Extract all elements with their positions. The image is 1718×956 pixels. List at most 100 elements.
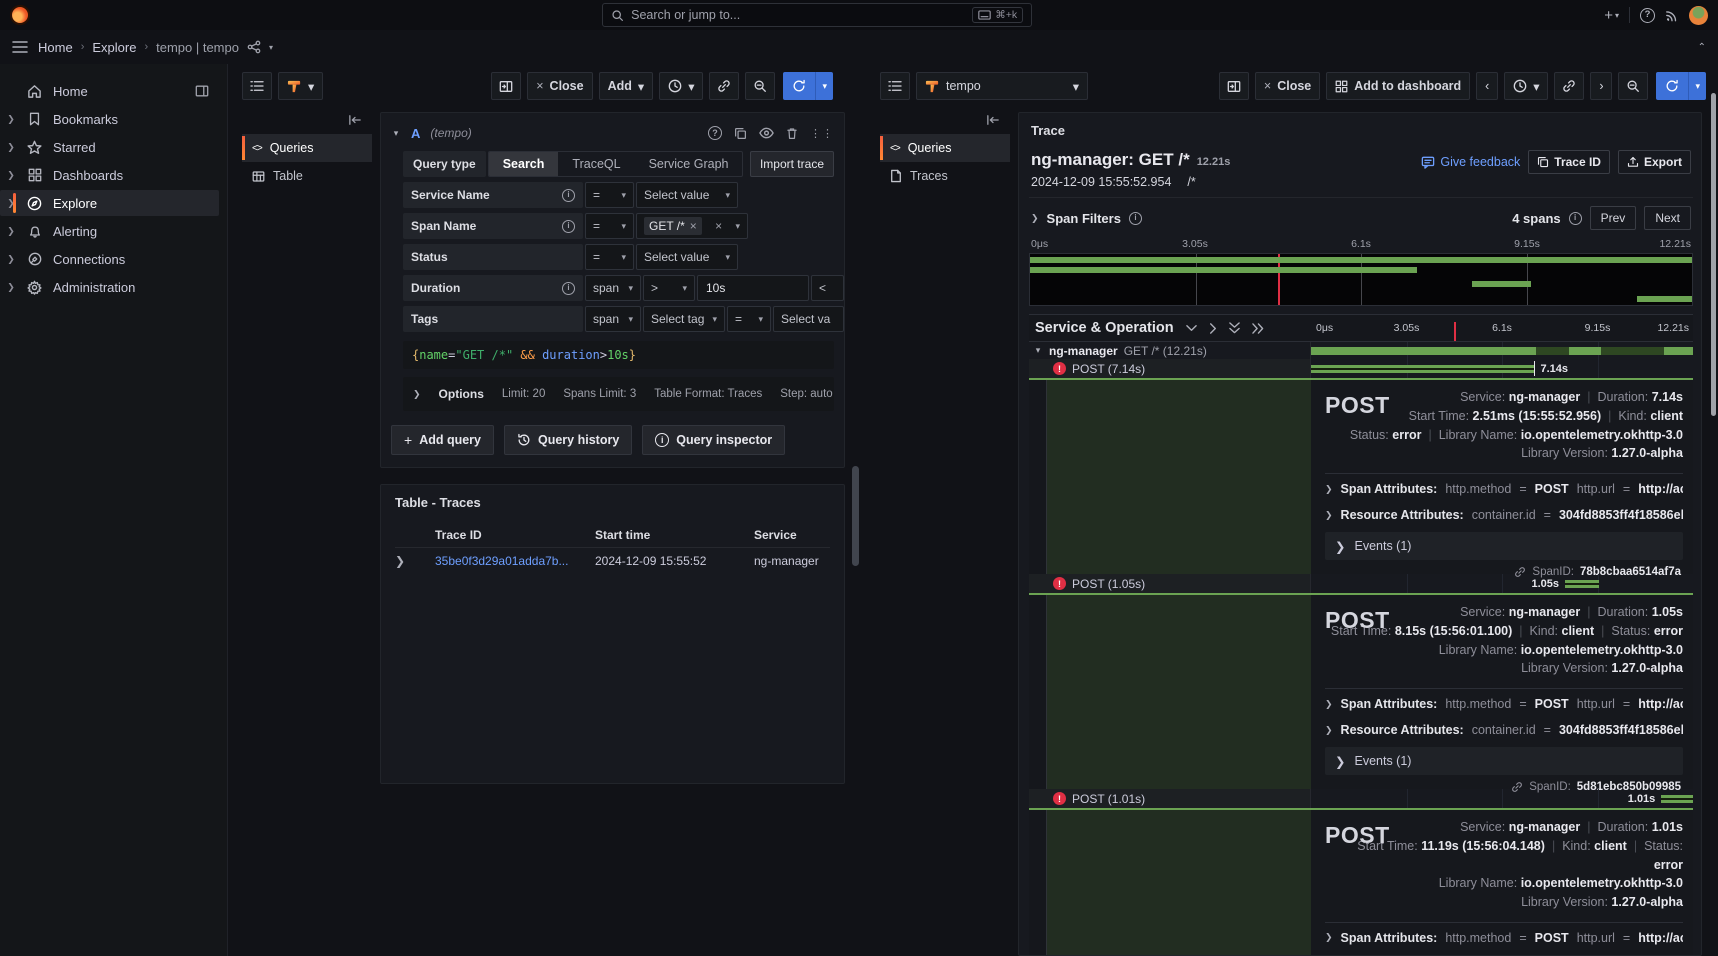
duration-scope-select[interactable]: span▾ bbox=[585, 275, 641, 301]
new-menu-button[interactable]: +▾ bbox=[1604, 7, 1619, 24]
span-attributes-row[interactable]: ❯ Span Attributes: http.method=POST http… bbox=[1325, 925, 1683, 951]
breadcrumb-home[interactable]: Home bbox=[38, 40, 73, 55]
collapse-children-chevron[interactable]: ▾ bbox=[1033, 345, 1043, 356]
span-filters-label[interactable]: Span Filters bbox=[1047, 211, 1121, 226]
run-query-button[interactable]: ▾ bbox=[783, 72, 833, 100]
clear-value-icon[interactable]: × bbox=[715, 219, 722, 233]
time-range-picker[interactable]: ▾ bbox=[1504, 72, 1548, 100]
table-row[interactable]: ❯ 35be0f3d29a01adda7b... 2024-12-09 15:5… bbox=[395, 548, 830, 574]
sidebar-item-starred[interactable]: ❯ Starred bbox=[0, 134, 219, 160]
status-value-select[interactable]: Select value▾ bbox=[636, 244, 738, 270]
span-bar[interactable] bbox=[1661, 795, 1693, 803]
rail-item-queries[interactable]: <> Queries bbox=[880, 134, 1010, 162]
sidebar-item-dashboards[interactable]: ❯ Dashboards bbox=[0, 162, 219, 188]
duration-max-operator-select[interactable]: < bbox=[811, 275, 844, 301]
hide-query-icon[interactable] bbox=[759, 127, 774, 139]
duplicate-query-icon[interactable] bbox=[734, 127, 747, 140]
collapse-one-icon[interactable] bbox=[1186, 324, 1197, 332]
span-row-post-1[interactable]: ! POST (7.14s) 7.14s bbox=[1029, 359, 1693, 378]
mega-menu-toggle[interactable] bbox=[12, 40, 28, 54]
drag-handle-icon[interactable]: ⋮⋮ bbox=[810, 127, 834, 140]
tab-search[interactable]: Search bbox=[489, 152, 559, 176]
events-row[interactable]: ❯ Events (1) bbox=[1325, 532, 1683, 560]
time-shift-back-button[interactable]: ‹ bbox=[1476, 72, 1498, 100]
span-row-post-2[interactable]: ! POST (1.05s) 1.05s bbox=[1029, 574, 1693, 593]
collapse-rail-button[interactable] bbox=[880, 112, 1010, 134]
copy-link-button[interactable] bbox=[1554, 72, 1584, 100]
expand-chevron-icon[interactable]: ❯ bbox=[6, 282, 16, 293]
zoom-out-time-button[interactable] bbox=[745, 72, 775, 100]
datasource-picker[interactable]: tempo ▾ bbox=[916, 72, 1088, 100]
query-history-button[interactable]: Query history bbox=[504, 425, 632, 455]
add-query-button[interactable]: +Add query bbox=[391, 425, 494, 455]
import-trace-button[interactable]: Import trace bbox=[750, 151, 834, 177]
tab-traceql[interactable]: TraceQL bbox=[558, 152, 634, 176]
trace-timeline-minimap[interactable] bbox=[1029, 253, 1693, 306]
zoom-out-time-button[interactable] bbox=[1618, 72, 1648, 100]
export-button[interactable]: Export bbox=[1618, 150, 1691, 174]
chevron-right-icon[interactable]: ❯ bbox=[1031, 213, 1039, 224]
expand-all-icon[interactable] bbox=[1252, 323, 1264, 334]
close-pane-button[interactable]: ×Close bbox=[527, 72, 592, 100]
expand-chevron-icon[interactable]: ❯ bbox=[6, 226, 16, 237]
query-inspector-button[interactable]: iQuery inspector bbox=[642, 425, 785, 455]
datasource-picker[interactable]: ▾ bbox=[278, 72, 323, 100]
span-name-operator-select[interactable]: =▾ bbox=[585, 213, 634, 239]
query-help-icon[interactable]: ? bbox=[708, 126, 722, 140]
events-row[interactable]: ❯ Events (1) bbox=[1325, 747, 1683, 775]
resource-attributes-row[interactable]: ❯ Resource Attributes: container.id=304f… bbox=[1325, 502, 1683, 528]
give-feedback-link[interactable]: Give feedback bbox=[1421, 155, 1520, 169]
expand-chevron-icon[interactable]: ❯ bbox=[6, 142, 16, 153]
sidebar-item-home[interactable]: Home bbox=[0, 78, 219, 104]
collapse-all-icon[interactable] bbox=[1229, 322, 1240, 334]
user-avatar[interactable] bbox=[1689, 6, 1708, 25]
tags-value-select[interactable]: Select va bbox=[773, 306, 844, 332]
sidebar-item-connections[interactable]: ❯ Connections bbox=[0, 246, 219, 272]
pane-divider[interactable] bbox=[845, 64, 866, 956]
expand-one-icon[interactable] bbox=[1209, 323, 1217, 334]
duration-operator-select[interactable]: >▾ bbox=[643, 275, 695, 301]
col-start-time[interactable]: Start time bbox=[595, 528, 754, 542]
span-row-root[interactable]: ▾ ng-manager GET /* (12.21s) bbox=[1029, 342, 1693, 359]
collapse-query-chevron[interactable]: ▾ bbox=[391, 128, 401, 139]
span-attributes-row[interactable]: ❯ Span Attributes: http.method=POST http… bbox=[1325, 476, 1683, 502]
service-name-operator-select[interactable]: =▾ bbox=[585, 182, 634, 208]
expand-chevron-icon[interactable]: ❯ bbox=[6, 198, 16, 209]
time-range-picker[interactable]: ▾ bbox=[659, 72, 703, 100]
sidebar-item-administration[interactable]: ❯ Administration bbox=[0, 274, 219, 300]
split-pane-button[interactable] bbox=[491, 72, 521, 100]
col-service[interactable]: Service bbox=[754, 528, 830, 542]
time-shift-forward-button[interactable]: › bbox=[1590, 72, 1612, 100]
left-pane-scrollbar[interactable] bbox=[852, 466, 859, 566]
close-pane-button[interactable]: ×Close bbox=[1255, 72, 1320, 100]
collapse-toolbar-button[interactable]: ⌃ bbox=[1698, 42, 1706, 53]
span-name-chip[interactable]: GET /*× bbox=[644, 217, 702, 235]
breadcrumb-explore[interactable]: Explore bbox=[92, 40, 136, 55]
share-icon[interactable] bbox=[247, 40, 261, 54]
news-button[interactable] bbox=[1665, 8, 1679, 22]
resource-attributes-row[interactable]: ❯ Resource Attributes: container.id=304f… bbox=[1325, 717, 1683, 743]
sidebar-item-bookmarks[interactable]: ❯ Bookmarks bbox=[0, 106, 219, 132]
resource-attributes-row[interactable]: ❯ Resource Attributes: container.id=304f… bbox=[1325, 951, 1683, 955]
grafana-logo-icon[interactable] bbox=[10, 5, 30, 25]
status-operator-select[interactable]: =▾ bbox=[585, 244, 634, 270]
service-name-value-select[interactable]: Select value▾ bbox=[636, 182, 738, 208]
rail-item-table[interactable]: Table bbox=[242, 162, 372, 190]
search-input[interactable]: Search or jump to... ⌘+k bbox=[602, 3, 1032, 27]
span-row-post-3[interactable]: ! POST (1.01s) 1.01s bbox=[1029, 789, 1693, 808]
span-bar[interactable] bbox=[1565, 580, 1599, 588]
trace-id-button[interactable]: Trace ID bbox=[1528, 150, 1610, 174]
collapse-rail-button[interactable] bbox=[242, 112, 372, 134]
dock-menu-icon[interactable] bbox=[195, 84, 209, 98]
run-query-button[interactable]: ▾ bbox=[1656, 72, 1706, 100]
duration-value-input[interactable]: 10s bbox=[697, 275, 809, 301]
trace-id-link[interactable]: 35be0f3d29a01adda7b... bbox=[435, 554, 595, 568]
expand-chevron-icon[interactable]: ❯ bbox=[6, 170, 16, 181]
add-to-dashboard-button[interactable]: Add to dashboard bbox=[1326, 72, 1470, 100]
rail-item-queries[interactable]: <> Queries bbox=[242, 134, 372, 162]
span-bar[interactable] bbox=[1311, 347, 1693, 355]
tab-service-graph[interactable]: Service Graph bbox=[635, 152, 743, 176]
expand-chevron-icon[interactable]: ❯ bbox=[6, 254, 16, 265]
prev-span-button[interactable]: Prev bbox=[1590, 206, 1637, 230]
next-span-button[interactable]: Next bbox=[1644, 206, 1691, 230]
